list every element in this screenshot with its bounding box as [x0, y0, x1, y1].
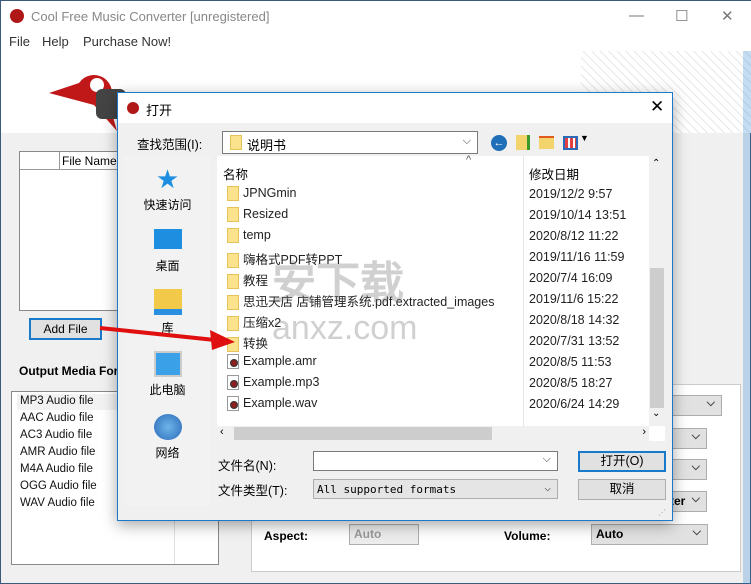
red-arrow-annotation	[99, 326, 235, 350]
